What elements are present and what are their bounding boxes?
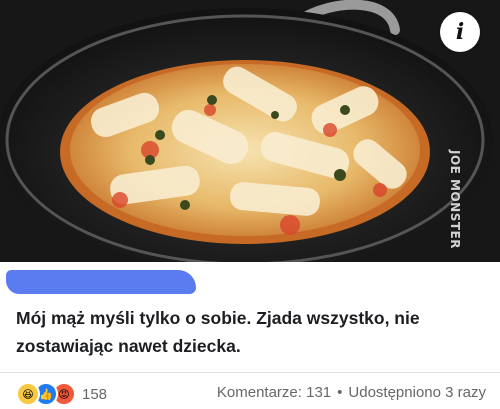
info-icon: i bbox=[455, 19, 465, 45]
haha-reaction-icon: 😆 bbox=[16, 382, 40, 406]
fish-in-pan-photo bbox=[0, 0, 500, 262]
post-body: Mój mąż myśli tylko o sobie. Zjada wszys… bbox=[0, 262, 500, 409]
watermark: JOE MONSTER bbox=[448, 150, 462, 249]
shares-link[interactable]: Udostępniono 3 razy bbox=[348, 384, 486, 401]
post-stats: Komentarze: 131 • Udostępniono 3 razy bbox=[217, 384, 486, 401]
stats-separator: • bbox=[337, 384, 343, 401]
reaction-count: 158 bbox=[82, 385, 108, 403]
post-text: Mój mąż myśli tylko o sobie. Zjada wszys… bbox=[16, 308, 420, 356]
reactions-summary[interactable]: 😆 👍 😡 158 bbox=[16, 382, 108, 406]
info-button[interactable]: i bbox=[440, 12, 480, 52]
divider bbox=[0, 372, 500, 373]
redacted-author-name bbox=[6, 270, 196, 294]
comments-link[interactable]: Komentarze: 131 bbox=[217, 384, 331, 401]
post-image[interactable]: i JOE MONSTER bbox=[0, 0, 500, 262]
